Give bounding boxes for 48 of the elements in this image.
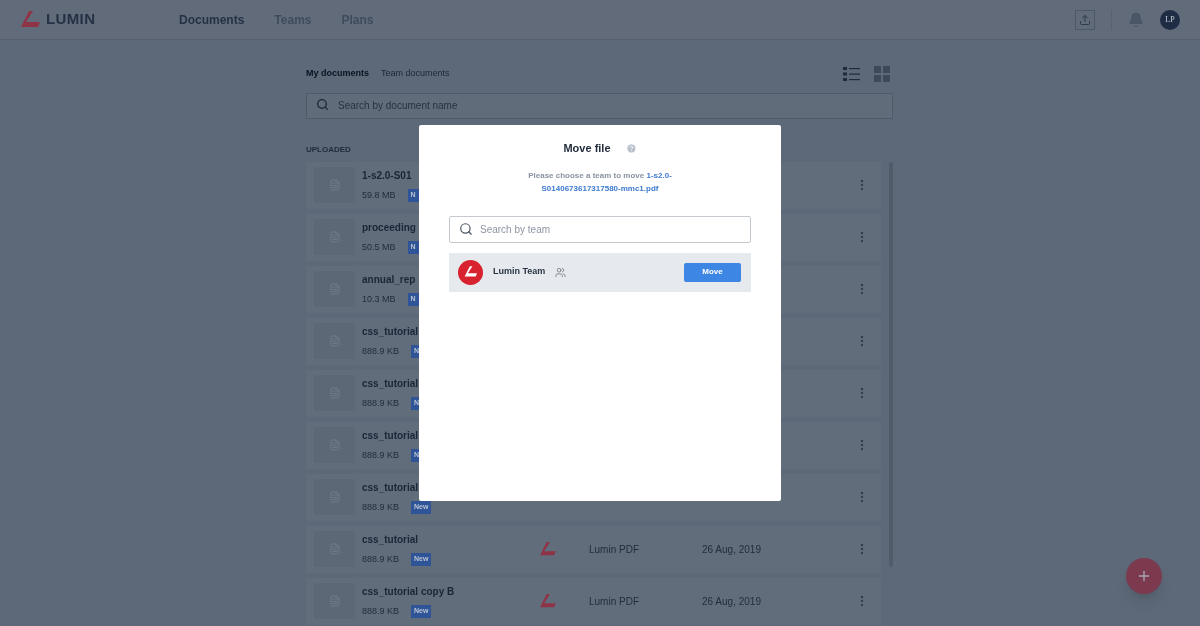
move-button[interactable]: Move: [684, 262, 741, 282]
grid-view-icon[interactable]: [874, 66, 890, 82]
file-size: 888.9 KB: [362, 344, 400, 358]
file-size: 888.9 KB: [362, 396, 400, 410]
section-label: UPLOADED: [306, 143, 351, 156]
documents-tab[interactable]: Team documents: [381, 67, 450, 81]
file-size: 888.9 KB: [362, 448, 400, 462]
upload-icon: [1079, 13, 1091, 26]
file-source: Lumin PDF: [589, 594, 640, 609]
add-button[interactable]: [1126, 558, 1162, 594]
source-logo-icon: [539, 593, 556, 609]
file-name: css_tutorial: [362, 532, 419, 547]
file-name: css_tutorial: [362, 428, 419, 443]
dialog-message: Please choose a team to move 1-s2.0-S0140673617317580-mmc1.pdf: [527, 169, 673, 195]
plus-icon: [1136, 568, 1152, 584]
file-source: Lumin PDF: [589, 542, 640, 557]
file-name: proceeding: [362, 220, 416, 235]
team-name: Lumin Team: [493, 265, 546, 279]
help-icon[interactable]: [625, 142, 637, 154]
file-name: css_tutorial copy B: [362, 584, 455, 599]
file-size: 888.9 KB: [362, 500, 400, 514]
search-icon: [459, 221, 473, 236]
file-name: css_tutorial: [362, 376, 419, 391]
file-date: 26 Aug, 2019: [702, 542, 761, 557]
source-logo-icon: [539, 541, 556, 557]
team-row[interactable]: Lumin Team Move: [449, 252, 751, 292]
file-size: 10.3 MB: [362, 292, 396, 306]
team-search-field[interactable]: Search by team: [449, 215, 751, 243]
nav-link[interactable]: Documents: [179, 10, 245, 29]
file-name: css_tutorial: [362, 324, 419, 339]
logo-icon: [20, 10, 40, 29]
search-icon: [316, 98, 329, 111]
logo-text: LUMIN: [46, 9, 96, 30]
file-size: 50.5 MB: [362, 240, 396, 254]
file-size: 59.8 MB: [362, 188, 396, 202]
user-avatar[interactable]: LP: [1160, 9, 1180, 30]
upload-button[interactable]: [1075, 9, 1095, 30]
file-name: 1-s2.0-S01: [362, 168, 412, 183]
file-name: css_tutorial: [362, 480, 419, 495]
file-date: 26 Aug, 2019: [702, 594, 761, 609]
file-size: 888.9 KB: [362, 552, 400, 566]
dialog-title: Move file: [563, 141, 611, 156]
list-view-icon[interactable]: [843, 66, 861, 82]
file-size: 888.9 KB: [362, 604, 400, 618]
members-icon: [555, 266, 567, 278]
documents-tab[interactable]: My documents: [306, 67, 369, 81]
file-name: annual_rep: [362, 272, 416, 287]
team-avatar: [458, 259, 483, 285]
